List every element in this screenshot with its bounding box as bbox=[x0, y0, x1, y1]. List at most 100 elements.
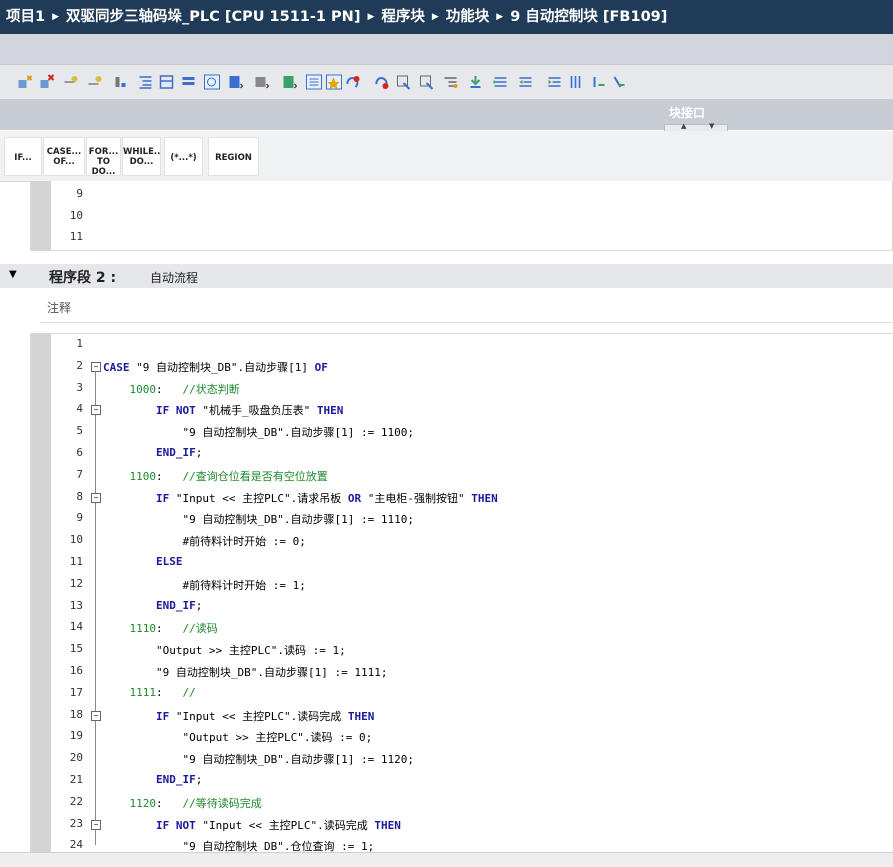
indent-line-icon[interactable] bbox=[442, 74, 459, 90]
outdent-icon[interactable] bbox=[517, 74, 534, 90]
fold-guide-line bbox=[95, 502, 96, 606]
if-instruction-button[interactable]: IF... bbox=[4, 137, 42, 176]
code-line[interactable]: "9 自动控制块_DB".自动步骤[1] := 1110; bbox=[103, 511, 413, 527]
instruction-label: REGION bbox=[215, 153, 252, 163]
breadcrumb-separator-icon: ▶ bbox=[52, 12, 60, 22]
for-instruction-button[interactable]: FOR... TO DO... bbox=[86, 137, 121, 177]
block-interface-bar[interactable]: 块接口 ▲ ▼ bbox=[0, 100, 893, 132]
block-interface-label[interactable]: 块接口 bbox=[669, 104, 705, 121]
line-number: 6 bbox=[76, 446, 83, 459]
code-line[interactable]: IF "Input << 主控PLC".读码完成 THEN bbox=[103, 708, 374, 724]
expand-icon[interactable] bbox=[112, 74, 129, 90]
code-line[interactable]: 1000: //状态判断 bbox=[103, 381, 240, 397]
network-2-header[interactable]: ▼ 程序段 2 : 自动流程 bbox=[0, 264, 893, 288]
fold-toggle-icon[interactable]: − bbox=[91, 710, 101, 721]
line-number: 20 bbox=[69, 751, 83, 765]
favorites-icon[interactable] bbox=[325, 74, 342, 90]
go-to-error-icon[interactable] bbox=[344, 74, 361, 90]
line-number: 15 bbox=[69, 642, 83, 656]
prev-bookmark-icon[interactable] bbox=[590, 74, 607, 90]
instruction-label: CASE... bbox=[46, 147, 82, 157]
line-number: 22 bbox=[69, 794, 83, 808]
line-number: 8 bbox=[76, 489, 83, 503]
line-number: 16 bbox=[69, 664, 83, 677]
code-line[interactable]: "Output >> 主控PLC".读码 := 1; bbox=[103, 642, 346, 658]
show-overview-icon[interactable] bbox=[281, 74, 298, 90]
instruction-label-2: DO... bbox=[129, 157, 154, 167]
breadcrumb-separator-icon: ▶ bbox=[431, 12, 439, 22]
network-comment-icon[interactable] bbox=[305, 74, 322, 90]
code-line[interactable]: CASE "9 自动控制块_DB".自动步骤[1] OF bbox=[103, 359, 328, 375]
breadcrumb-item[interactable]: 9 自动控制块 [FB109] bbox=[510, 0, 667, 34]
comment-icon[interactable] bbox=[203, 74, 220, 90]
absolute-operand-icon[interactable] bbox=[227, 74, 244, 90]
line-number: 2 bbox=[76, 358, 83, 372]
region-button[interactable]: REGION bbox=[208, 137, 259, 176]
code-line[interactable]: #前待料计时开始 := 1; bbox=[103, 577, 305, 593]
code-line[interactable]: END_IF; bbox=[103, 446, 202, 459]
increase-indent-icon[interactable] bbox=[467, 74, 484, 90]
network-comment[interactable]: 注释 bbox=[40, 294, 893, 323]
breadcrumb-item[interactable]: 程序块 bbox=[381, 0, 425, 34]
code-line[interactable]: ELSE bbox=[103, 555, 183, 568]
code-line[interactable]: 1120: //等待读码完成 bbox=[103, 795, 262, 811]
next-bookmark-icon[interactable] bbox=[567, 74, 584, 90]
code-line[interactable]: IF NOT "机械手_吸盘负压表" THEN bbox=[103, 402, 343, 418]
code-gutter[interactable] bbox=[31, 181, 51, 250]
network-2-code-editor[interactable]: 1 2 CASE "9 自动控制块_DB".自动步骤[1] OF 3 1000: //… bbox=[30, 333, 893, 854]
code-line[interactable]: END_IF; bbox=[103, 773, 202, 786]
collapse-triangle-icon[interactable]: ▼ bbox=[9, 269, 17, 280]
symbol-info-icon[interactable] bbox=[253, 74, 270, 90]
instruction-label-2: OF... bbox=[53, 157, 75, 167]
line-number: 10 bbox=[69, 208, 83, 222]
code-gutter[interactable] bbox=[31, 334, 51, 854]
instruction-favorites-bar: IF... CASE... OF... FOR... TO DO... WHILE.. DO… bbox=[0, 131, 893, 182]
code-line[interactable]: IF "Input << 主控PLC".请求吊板 OR "主电柜-强制按钮" T… bbox=[103, 490, 498, 506]
breadcrumb: 项目1 ▶ 双驱同步三轴码垛_PLC [CPU 1511-1 PN] ▶ 程序块 ▶ 功能块… bbox=[0, 0, 893, 34]
indent-icon[interactable] bbox=[137, 74, 154, 90]
code-line[interactable]: END_IF; bbox=[103, 599, 202, 612]
monitor-icon[interactable] bbox=[610, 74, 627, 90]
code-line[interactable]: "Output >> 主控PLC".读码 := 0; bbox=[103, 729, 372, 745]
network-1-code-editor[interactable]: 9 10 11 bbox=[30, 181, 893, 251]
code-line[interactable]: "9 自动控制块_DB".自动步骤[1] := 1100; bbox=[103, 424, 413, 440]
code-line[interactable]: 1100: //查询仓位看是否有空位放置 bbox=[103, 468, 328, 484]
line-number: 9 bbox=[76, 187, 83, 200]
comment-block-button[interactable]: (*...*) bbox=[164, 137, 203, 176]
fold-toggle-icon[interactable]: − bbox=[91, 819, 101, 830]
expand-all-icon[interactable] bbox=[180, 74, 197, 90]
fold-guide-line bbox=[95, 720, 96, 780]
code-line[interactable]: 1110: //读码 bbox=[103, 620, 218, 636]
code-line[interactable]: #前待料计时开始 := 0; bbox=[103, 533, 305, 549]
decrease-indent-icon[interactable] bbox=[492, 74, 509, 90]
uncomment-line-icon[interactable] bbox=[418, 74, 435, 90]
chevron-down-icon[interactable]: ▼ bbox=[709, 122, 714, 130]
fold-toggle-icon[interactable]: − bbox=[91, 361, 101, 372]
code-line[interactable]: "9 自动控制块_DB".自动步骤[1] := 1120; bbox=[103, 751, 413, 767]
breadcrumb-item[interactable]: 功能块 bbox=[446, 0, 490, 34]
line-number: 11 bbox=[69, 230, 83, 243]
code-line[interactable]: IF NOT "Input << 主控PLC".读码完成 THEN bbox=[103, 817, 401, 833]
case-instruction-button[interactable]: CASE... OF... bbox=[43, 137, 85, 176]
insert-row-icon[interactable] bbox=[62, 74, 79, 90]
code-line[interactable]: 1111: // bbox=[103, 686, 196, 699]
go-to-next-error-icon[interactable] bbox=[373, 74, 390, 90]
breadcrumb-item[interactable]: 双驱同步三轴码垛_PLC [CPU 1511-1 PN] bbox=[66, 0, 360, 34]
collapse-all-icon[interactable] bbox=[158, 74, 175, 90]
network-title[interactable]: 自动流程 bbox=[150, 269, 198, 286]
network-comment-text[interactable]: 注释 bbox=[47, 299, 71, 316]
instruction-label-2: TO DO... bbox=[91, 157, 116, 177]
append-row-icon[interactable] bbox=[86, 74, 103, 90]
instruction-label: (*...*) bbox=[170, 153, 197, 163]
fold-toggle-icon[interactable]: − bbox=[91, 492, 101, 503]
code-line[interactable]: "9 自动控制块_DB".自动步骤[1] := 1111; bbox=[103, 664, 387, 680]
bookmark-icon[interactable] bbox=[546, 74, 563, 90]
insert-network-icon[interactable] bbox=[16, 74, 33, 90]
breadcrumb-item[interactable]: 项目1 bbox=[6, 0, 45, 34]
delete-network-icon[interactable] bbox=[38, 74, 55, 90]
while-instruction-button[interactable]: WHILE.. DO... bbox=[122, 137, 161, 176]
fold-toggle-icon[interactable]: − bbox=[91, 405, 101, 416]
line-number: 13 bbox=[69, 598, 83, 612]
comment-line-icon[interactable] bbox=[395, 74, 412, 90]
chevron-up-icon[interactable]: ▲ bbox=[681, 122, 686, 130]
